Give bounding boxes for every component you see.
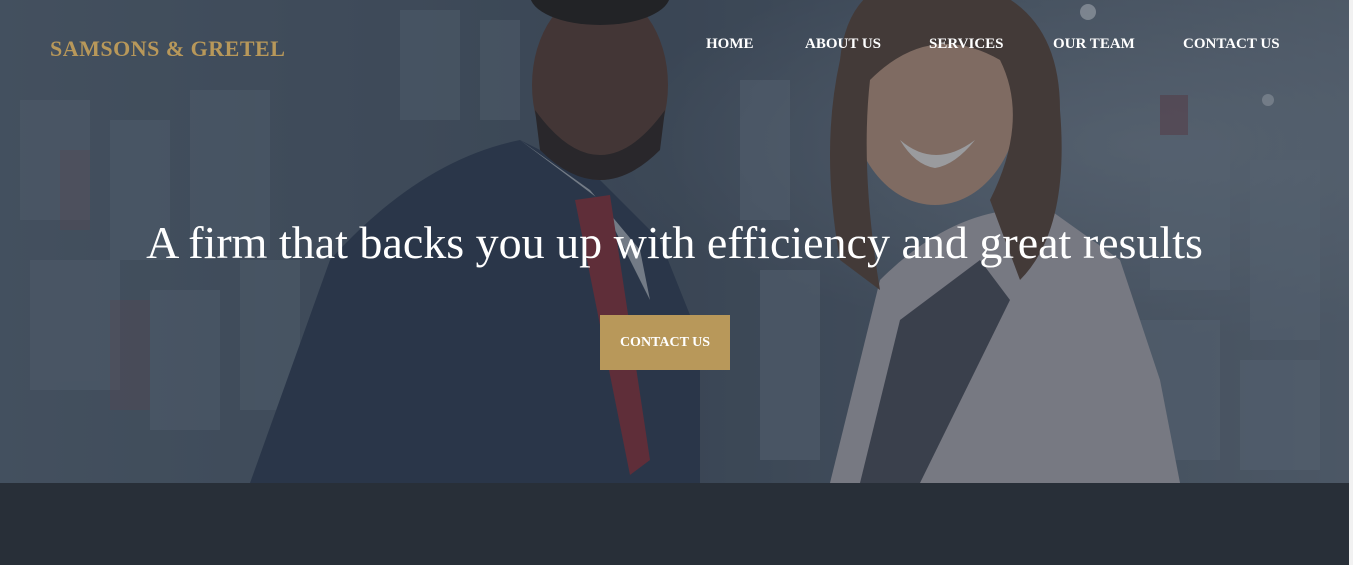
nav-item-about-us[interactable]: ABOUT US xyxy=(805,36,881,53)
contact-us-button[interactable]: CONTACT US xyxy=(600,315,730,370)
hero-headline: A firm that backs you up with efficiency… xyxy=(146,217,1203,268)
main-nav: HOME ABOUT US SERVICES OUR TEAM CONTACT … xyxy=(0,36,1349,54)
nav-item-home[interactable]: HOME xyxy=(706,36,754,53)
nav-item-services[interactable]: SERVICES xyxy=(929,36,1004,53)
nav-item-contact-us[interactable]: CONTACT US xyxy=(1183,36,1280,53)
page-bottom-edge xyxy=(0,565,1353,569)
hero-section: SAMSONS & GRETEL HOME ABOUT US SERVICES … xyxy=(0,0,1349,483)
page: SAMSONS & GRETEL HOME ABOUT US SERVICES … xyxy=(0,0,1353,569)
dark-section xyxy=(0,483,1349,565)
scrollbar-track[interactable] xyxy=(1349,0,1353,565)
nav-item-our-team[interactable]: OUR TEAM xyxy=(1053,36,1135,53)
